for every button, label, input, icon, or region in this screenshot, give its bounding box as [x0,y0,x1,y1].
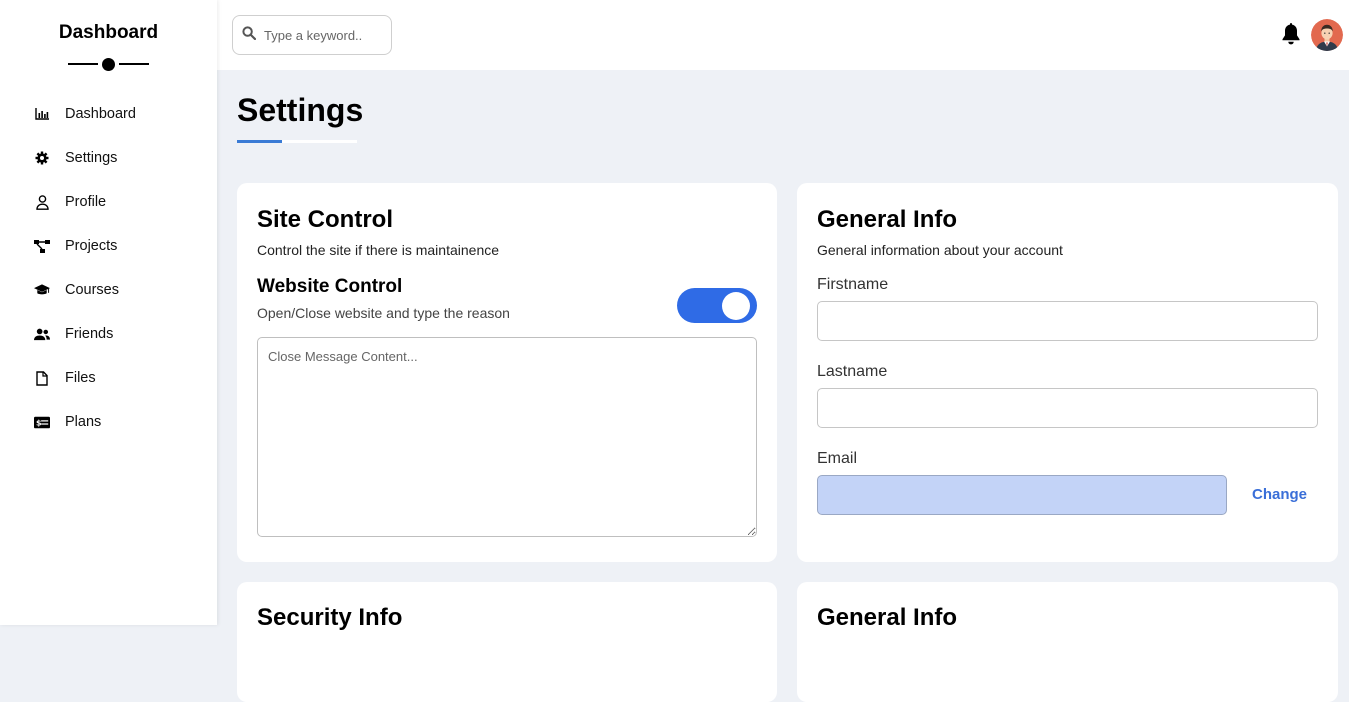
security-info-card: Security Info [237,582,777,702]
user-icon [34,194,50,210]
title-underline-accent [237,140,282,143]
search-box[interactable] [232,15,392,55]
graduation-cap-icon [34,282,50,298]
sidebar-item-profile[interactable]: Profile [0,180,217,224]
lastname-field[interactable] [817,388,1318,428]
close-message-textarea[interactable] [257,337,757,537]
card-title: General Info [817,206,958,233]
website-control-description: Open/Close website and type the reason [257,305,510,321]
firstname-field[interactable] [817,301,1318,341]
diagram-project-icon [34,238,50,254]
sidebar-item-plans[interactable]: $ Plans [0,400,217,444]
card-title: Site Control [257,206,393,233]
sidebar-item-label: Plans [65,414,102,430]
general-info-card-2: General Info [797,582,1338,702]
sidebar-item-label: Dashboard [65,106,136,122]
sidebar-item-label: Projects [65,238,118,254]
sidebar-item-label: Friends [65,326,114,342]
search-input[interactable] [262,26,382,44]
sidebar-item-friends[interactable]: Friends [0,312,217,356]
gear-icon [34,150,50,166]
website-control-title: Website Control [257,276,403,297]
toggle-knob [722,292,750,320]
sidebar-item-dashboard[interactable]: Dashboard [0,92,217,136]
svg-text:$: $ [36,418,42,427]
card-title: Security Info [257,604,403,631]
firstname-label: Firstname [817,276,889,293]
avatar[interactable] [1311,19,1343,51]
sidebar-item-label: Courses [65,282,119,298]
card-description: Control the site if there is maintainenc… [257,242,500,258]
card-title: General Info [817,604,958,631]
sidebar-item-files[interactable]: Files [0,356,217,400]
brand-title: Dashboard [58,22,159,43]
website-control-toggle[interactable] [677,288,757,323]
lastname-label: Lastname [817,363,888,380]
change-email-link[interactable]: Change [1252,486,1307,503]
email-label: Email [817,450,858,467]
sidebar-item-label: Settings [65,150,118,166]
brand-divider [68,57,149,71]
general-info-card: General Info General information about y… [797,183,1338,562]
sidebar-item-label: Profile [65,194,107,210]
search-icon [242,25,257,45]
sidebar-item-projects[interactable]: Projects [0,224,217,268]
card-description: General information about your account [817,242,1063,258]
sidebar-item-settings[interactable]: Settings [0,136,217,180]
money-check-icon: $ [34,414,50,430]
sidebar-nav: Dashboard Settings Profile Projects Cour… [0,92,217,444]
bell-icon[interactable] [1281,23,1301,45]
sidebar-item-courses[interactable]: Courses [0,268,217,312]
title-underline [237,140,357,143]
chart-bar-icon [34,106,50,122]
email-field[interactable] [817,475,1227,515]
sidebar: Dashboard Dashboard Settings Profile Pro… [0,0,217,625]
users-icon [34,326,50,342]
file-icon [34,370,50,386]
sidebar-item-label: Files [65,370,96,386]
site-control-card: Site Control Control the site if there i… [237,183,777,562]
page-title: Settings [237,92,364,128]
top-bar [217,0,1349,70]
